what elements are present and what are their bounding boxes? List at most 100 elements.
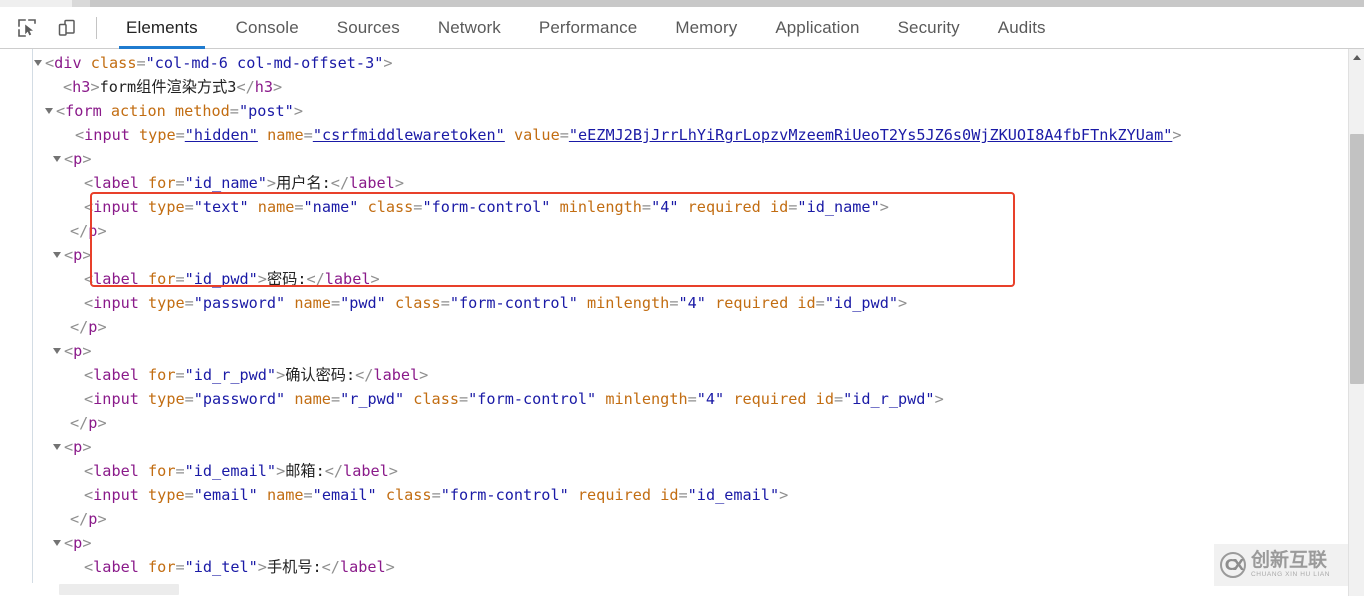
dom-tree-row[interactable]: </p> bbox=[34, 507, 1330, 531]
dom-token-attr: action bbox=[110, 102, 166, 120]
horizontal-scrollbar-thumb[interactable] bbox=[59, 584, 179, 595]
dom-token-attr: class bbox=[367, 198, 414, 216]
dom-token-punct bbox=[386, 294, 395, 312]
dom-token-tag: div bbox=[54, 54, 82, 72]
dom-token-punct: </ bbox=[306, 270, 325, 288]
dom-token-punct: = bbox=[184, 294, 194, 312]
dom-token-punct: > bbox=[779, 486, 789, 504]
tab-network[interactable]: Network bbox=[419, 7, 520, 49]
dom-token-punct: > bbox=[276, 366, 286, 384]
tab-sources[interactable]: Sources bbox=[318, 7, 419, 49]
dom-token-punct bbox=[651, 486, 660, 504]
dom-token-attr: required bbox=[715, 294, 789, 312]
dom-tree-row[interactable]: <div class="col-md-6 col-md-offset-3"> bbox=[34, 51, 1330, 75]
tab-console[interactable]: Console bbox=[217, 7, 318, 49]
dom-token-punct: = bbox=[641, 198, 652, 216]
dom-token-punct: < bbox=[64, 150, 74, 168]
dom-tree-row[interactable]: </p> bbox=[34, 315, 1330, 339]
dom-tree-row[interactable]: <p> bbox=[34, 147, 1330, 171]
dom-tree-row[interactable]: <label for="id_name">用户名:</label> bbox=[34, 171, 1330, 195]
dom-tree-row[interactable]: <p> bbox=[34, 531, 1330, 555]
dom-token-tag: label bbox=[343, 462, 389, 480]
dom-token-txt: form组件渲染方式3 bbox=[99, 78, 237, 96]
dom-token-punct: = bbox=[559, 126, 569, 144]
dom-token-tag: p bbox=[73, 534, 83, 552]
dom-token-val: "4" bbox=[696, 390, 725, 408]
dom-token-punct: > bbox=[97, 510, 107, 528]
dom-token-punct bbox=[139, 462, 148, 480]
dom-token-attr: minlength bbox=[559, 198, 642, 216]
dom-tree-row[interactable]: <h3>form组件渲染方式3</h3> bbox=[34, 75, 1330, 99]
watermark-logo-icon: CX bbox=[1218, 550, 1248, 580]
tab-memory[interactable]: Memory bbox=[656, 7, 756, 49]
dom-token-punct bbox=[706, 294, 715, 312]
dom-token-punct: </ bbox=[70, 414, 89, 432]
dom-token-punct bbox=[139, 270, 148, 288]
dom-token-tag: label bbox=[349, 174, 395, 192]
dom-token-val: "email" bbox=[193, 486, 258, 504]
dom-token-punct: </ bbox=[70, 318, 89, 336]
dom-token-punct bbox=[285, 390, 294, 408]
expand-triangle-icon[interactable] bbox=[53, 443, 61, 450]
dom-tree-row[interactable]: </p> bbox=[34, 219, 1330, 243]
dom-tree-row[interactable]: <label for="id_email">邮箱:</label> bbox=[34, 459, 1330, 483]
dom-token-punct: > bbox=[90, 78, 100, 96]
device-toolbar-icon[interactable] bbox=[50, 13, 84, 43]
dom-token-punct: = bbox=[184, 198, 194, 216]
tab-audits[interactable]: Audits bbox=[979, 7, 1065, 49]
dom-tree-row[interactable]: <p> bbox=[34, 435, 1330, 459]
tab-application-label: Application bbox=[775, 17, 860, 37]
dom-token-txt: 用户名: bbox=[276, 174, 331, 192]
dom-tree-row[interactable]: <label for="id_r_pwd">确认密码:</label> bbox=[34, 363, 1330, 387]
dom-tree-row[interactable]: </p> bbox=[34, 411, 1330, 435]
dom-token-punct: > bbox=[276, 462, 286, 480]
dom-tree-row[interactable]: <p> bbox=[34, 339, 1330, 363]
dom-token-attr: for bbox=[148, 366, 176, 384]
expand-triangle-icon[interactable] bbox=[53, 251, 61, 258]
vertical-scrollbar-thumb[interactable] bbox=[1350, 134, 1364, 384]
dom-tree-row[interactable]: <label for="id_tel">手机号:</label> bbox=[34, 555, 1330, 579]
dom-token-punct bbox=[166, 102, 175, 120]
dom-token-punct: = bbox=[136, 54, 146, 72]
tab-sources-label: Sources bbox=[336, 17, 400, 37]
tab-performance[interactable]: Performance bbox=[520, 7, 656, 49]
dom-token-val: "form-control" bbox=[468, 390, 597, 408]
dom-token-attr: id bbox=[797, 294, 816, 312]
dom-token-punct bbox=[82, 54, 91, 72]
dom-token-punct bbox=[258, 126, 267, 144]
tab-security[interactable]: Security bbox=[879, 7, 979, 49]
dom-token-punct bbox=[679, 198, 688, 216]
dom-tree[interactable]: <div class="col-md-6 col-md-offset-3"> <h… bbox=[34, 49, 1330, 596]
dom-token-punct: = bbox=[303, 486, 313, 504]
dom-token-val: "4" bbox=[651, 198, 679, 216]
dom-tree-row[interactable]: <input type="text" name="name" class="fo… bbox=[34, 195, 1330, 219]
dom-token-val: "id_r_pwd" bbox=[843, 390, 935, 408]
dom-token-tag: p bbox=[73, 342, 83, 360]
scroll-up-arrow-icon[interactable] bbox=[1349, 49, 1364, 66]
dom-tree-row[interactable]: <input type="password" name="pwd" class=… bbox=[34, 291, 1330, 315]
devtools-toolbar: Elements Console Sources Network Perform… bbox=[0, 7, 1364, 49]
dom-tree-row[interactable]: <input type="password" name="r_pwd" clas… bbox=[34, 387, 1330, 411]
dom-token-punct bbox=[550, 198, 559, 216]
dom-tree-row[interactable]: <input type="hidden" name="csrfmiddlewar… bbox=[34, 123, 1330, 147]
dom-token-punct bbox=[505, 126, 514, 144]
dom-token-punct: </ bbox=[355, 366, 374, 384]
dom-token-punct: > bbox=[266, 174, 277, 192]
tab-application[interactable]: Application bbox=[756, 7, 878, 49]
horizontal-scrollbar[interactable] bbox=[0, 583, 1348, 596]
expand-triangle-icon[interactable] bbox=[45, 107, 53, 114]
dom-tree-row[interactable]: <form action method="post"> bbox=[34, 99, 1330, 123]
vertical-scrollbar[interactable] bbox=[1348, 49, 1364, 596]
dom-token-attr: required bbox=[577, 486, 652, 504]
dom-tree-row[interactable]: <p> bbox=[34, 243, 1330, 267]
inspect-element-icon[interactable] bbox=[10, 13, 44, 43]
dom-token-punct bbox=[569, 486, 578, 504]
expand-triangle-icon[interactable] bbox=[53, 347, 61, 354]
dom-token-tag: label bbox=[93, 174, 139, 192]
dom-tree-row[interactable]: <label for="id_pwd">密码:</label> bbox=[34, 267, 1330, 291]
tab-elements[interactable]: Elements bbox=[107, 7, 217, 49]
expand-triangle-icon[interactable] bbox=[53, 539, 61, 546]
expand-triangle-icon[interactable] bbox=[53, 155, 61, 162]
expand-triangle-icon[interactable] bbox=[34, 59, 42, 66]
dom-tree-row[interactable]: <input type="email" name="email" class="… bbox=[34, 483, 1330, 507]
